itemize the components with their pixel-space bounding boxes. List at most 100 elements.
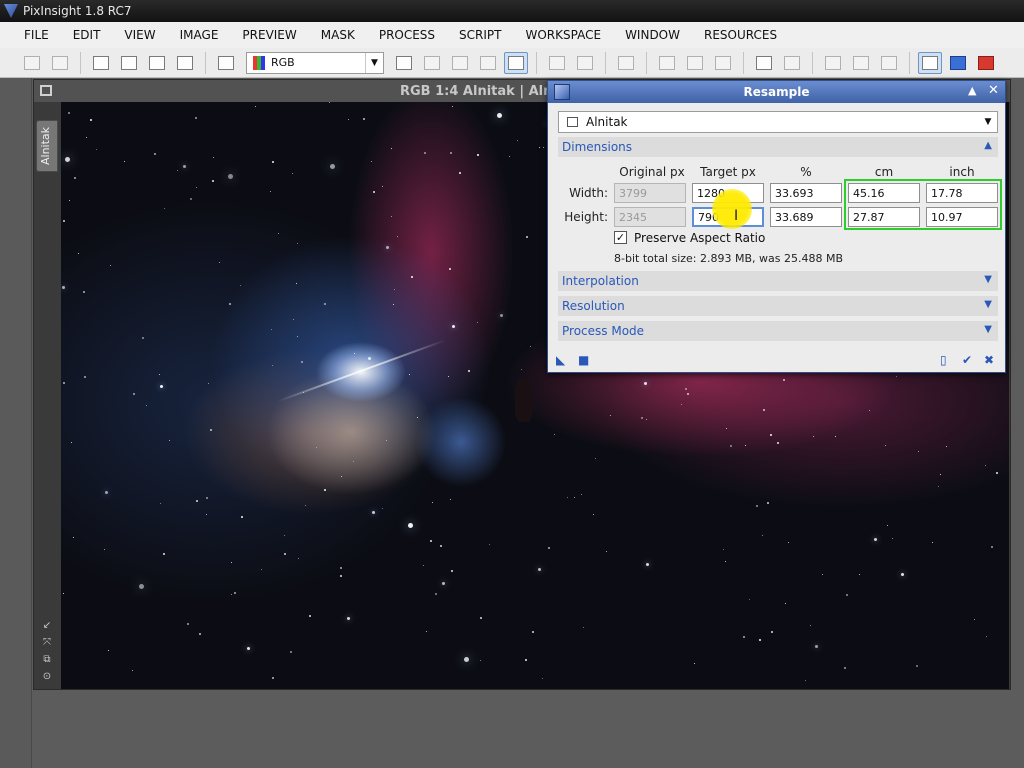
dialog-titlebar[interactable]: Resample ▲ ✕ bbox=[548, 81, 1005, 103]
close-icon[interactable]: ✕ bbox=[988, 83, 999, 98]
star bbox=[480, 617, 482, 619]
menu-view[interactable]: VIEW bbox=[112, 28, 167, 42]
delete-preview-button[interactable] bbox=[476, 52, 500, 74]
star bbox=[448, 376, 449, 377]
target-icon[interactable]: ⊙ bbox=[40, 671, 54, 683]
highlight-box bbox=[844, 179, 1002, 230]
star bbox=[417, 417, 418, 418]
star bbox=[810, 625, 811, 626]
preview-mode-button[interactable] bbox=[448, 52, 472, 74]
star bbox=[517, 140, 518, 141]
star bbox=[449, 268, 451, 270]
edit-preview-button[interactable] bbox=[420, 52, 444, 74]
reset-button[interactable] bbox=[614, 52, 638, 74]
stf-reset-button[interactable] bbox=[877, 52, 901, 74]
menu-file[interactable]: FILE bbox=[0, 28, 61, 42]
expand-icon[interactable]: ▼ bbox=[984, 324, 992, 335]
star bbox=[991, 546, 993, 548]
star bbox=[459, 172, 461, 174]
copy-icon[interactable]: ⧉ bbox=[40, 654, 54, 666]
star bbox=[96, 149, 97, 150]
color-space-select[interactable]: RGB ▼ bbox=[246, 51, 384, 74]
section-resolution[interactable]: Resolution ▼ bbox=[558, 296, 998, 316]
shade-icon[interactable]: ▲ bbox=[968, 84, 976, 97]
shrink-icon[interactable]: ↙ bbox=[40, 620, 54, 632]
image-window-title: RGB 1:4 Alnitak | Alnit bbox=[400, 84, 564, 99]
star bbox=[272, 365, 273, 366]
mask-remove-button[interactable] bbox=[711, 52, 735, 74]
new-window-button[interactable] bbox=[214, 52, 238, 74]
section-interpolation[interactable]: Interpolation ▼ bbox=[558, 271, 998, 291]
view-select[interactable]: Alnitak ▼ bbox=[558, 111, 998, 133]
star bbox=[363, 118, 365, 120]
star bbox=[394, 289, 395, 290]
undo-button[interactable] bbox=[20, 52, 44, 74]
new-image-button[interactable] bbox=[117, 52, 141, 74]
star bbox=[63, 382, 65, 384]
apply-icon[interactable]: ✔ bbox=[962, 353, 972, 367]
menu-mask[interactable]: MASK bbox=[309, 28, 367, 42]
stf-link-button[interactable] bbox=[849, 52, 873, 74]
star bbox=[159, 374, 160, 375]
star bbox=[500, 314, 503, 317]
star bbox=[685, 388, 687, 390]
restore-button[interactable] bbox=[573, 52, 597, 74]
menu-image[interactable]: IMAGE bbox=[168, 28, 231, 42]
star bbox=[210, 429, 212, 431]
width-percent-field[interactable]: 33.693 bbox=[770, 183, 842, 203]
fit-view-button[interactable] bbox=[752, 52, 776, 74]
star bbox=[745, 445, 746, 446]
menu-edit[interactable]: EDIT bbox=[61, 28, 113, 42]
mask-new-button[interactable] bbox=[655, 52, 679, 74]
preserve-aspect-label[interactable]: Preserve Aspect Ratio bbox=[634, 231, 765, 245]
star bbox=[771, 631, 773, 633]
expand-icon[interactable]: ▼ bbox=[984, 299, 992, 310]
fit-icon[interactable]: ⤧ bbox=[40, 637, 54, 649]
star bbox=[687, 393, 689, 395]
star bbox=[986, 636, 987, 637]
mask-refresh-button[interactable] bbox=[683, 52, 707, 74]
screen-display-button[interactable] bbox=[918, 51, 942, 74]
star bbox=[725, 561, 726, 562]
height-percent-field[interactable]: 33.689 bbox=[770, 207, 842, 227]
star bbox=[539, 147, 540, 148]
preserve-aspect-checkbox[interactable]: ✓ bbox=[614, 231, 627, 244]
menu-resources[interactable]: RESOURCES bbox=[692, 28, 789, 42]
collapse-icon[interactable]: ▲ bbox=[984, 140, 992, 151]
new-instance-icon[interactable]: ◣ bbox=[556, 353, 565, 367]
browse-docs-icon[interactable]: ▯ bbox=[940, 353, 947, 367]
swap-button[interactable] bbox=[946, 52, 970, 74]
menu-window[interactable]: WINDOW bbox=[613, 28, 692, 42]
zoom-tool-button[interactable] bbox=[504, 51, 528, 74]
section-dimensions[interactable]: Dimensions ▲ bbox=[558, 137, 998, 157]
menu-script[interactable]: SCRIPT bbox=[447, 28, 513, 42]
menu-process[interactable]: PROCESS bbox=[367, 28, 447, 42]
star bbox=[213, 157, 214, 158]
zoom-fit-button[interactable] bbox=[780, 52, 804, 74]
zoom-fit-icon bbox=[784, 55, 800, 70]
close-all-button[interactable] bbox=[974, 52, 998, 74]
new-preview-button[interactable] bbox=[392, 52, 416, 74]
star bbox=[104, 549, 105, 550]
menu-preview[interactable]: PREVIEW bbox=[230, 28, 308, 42]
reset-instance-icon[interactable]: ■ bbox=[578, 353, 589, 367]
section-interpolation-label: Interpolation bbox=[562, 274, 639, 288]
reset-all-icon[interactable]: ✖ bbox=[984, 353, 994, 367]
cursor-highlight bbox=[712, 189, 752, 229]
star bbox=[78, 253, 79, 254]
star bbox=[110, 265, 111, 266]
section-process-mode[interactable]: Process Mode ▼ bbox=[558, 321, 998, 341]
channels-button[interactable] bbox=[145, 52, 169, 74]
menu-workspace[interactable]: WORKSPACE bbox=[514, 28, 614, 42]
view-tab-alnitak[interactable]: Alnitak bbox=[36, 120, 58, 172]
star bbox=[581, 494, 582, 495]
expand-icon[interactable]: ▼ bbox=[984, 274, 992, 285]
image-properties-button[interactable] bbox=[89, 52, 113, 74]
star bbox=[530, 346, 531, 347]
redo-button[interactable] bbox=[48, 52, 72, 74]
star bbox=[177, 170, 178, 171]
stf-auto-button[interactable] bbox=[821, 52, 845, 74]
rgb-channels-button[interactable] bbox=[173, 52, 197, 74]
star bbox=[298, 558, 299, 559]
store-button[interactable] bbox=[545, 52, 569, 74]
